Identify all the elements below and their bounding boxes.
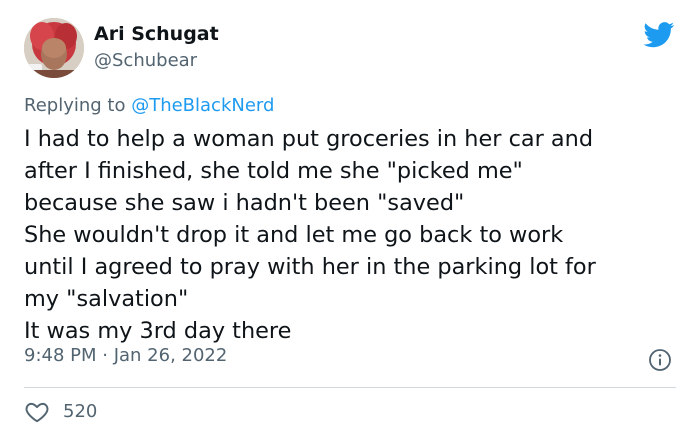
heart-icon[interactable] bbox=[24, 399, 50, 425]
divider bbox=[24, 387, 676, 388]
avatar[interactable] bbox=[24, 18, 84, 78]
replying-to-line: Replying to @TheBlackNerd bbox=[24, 95, 274, 116]
info-icon[interactable] bbox=[648, 348, 672, 372]
like-count: 520 bbox=[63, 401, 98, 422]
tweet-text: I had to help a woman put groceries in h… bbox=[24, 126, 596, 344]
display-name[interactable]: Ari Schugat bbox=[94, 23, 219, 45]
avatar-photo bbox=[24, 18, 84, 78]
tweet-timestamp[interactable]: 9:48 PM · Jan 26, 2022 bbox=[24, 345, 227, 366]
replying-to-label: Replying to bbox=[24, 95, 132, 116]
user-handle[interactable]: @Schubear bbox=[94, 50, 197, 71]
twitter-bird-icon[interactable] bbox=[643, 22, 675, 48]
tweet-card: Ari Schugat @Schubear Replying to @TheBl… bbox=[0, 0, 700, 441]
reply-mention-link[interactable]: @TheBlackNerd bbox=[131, 95, 274, 116]
